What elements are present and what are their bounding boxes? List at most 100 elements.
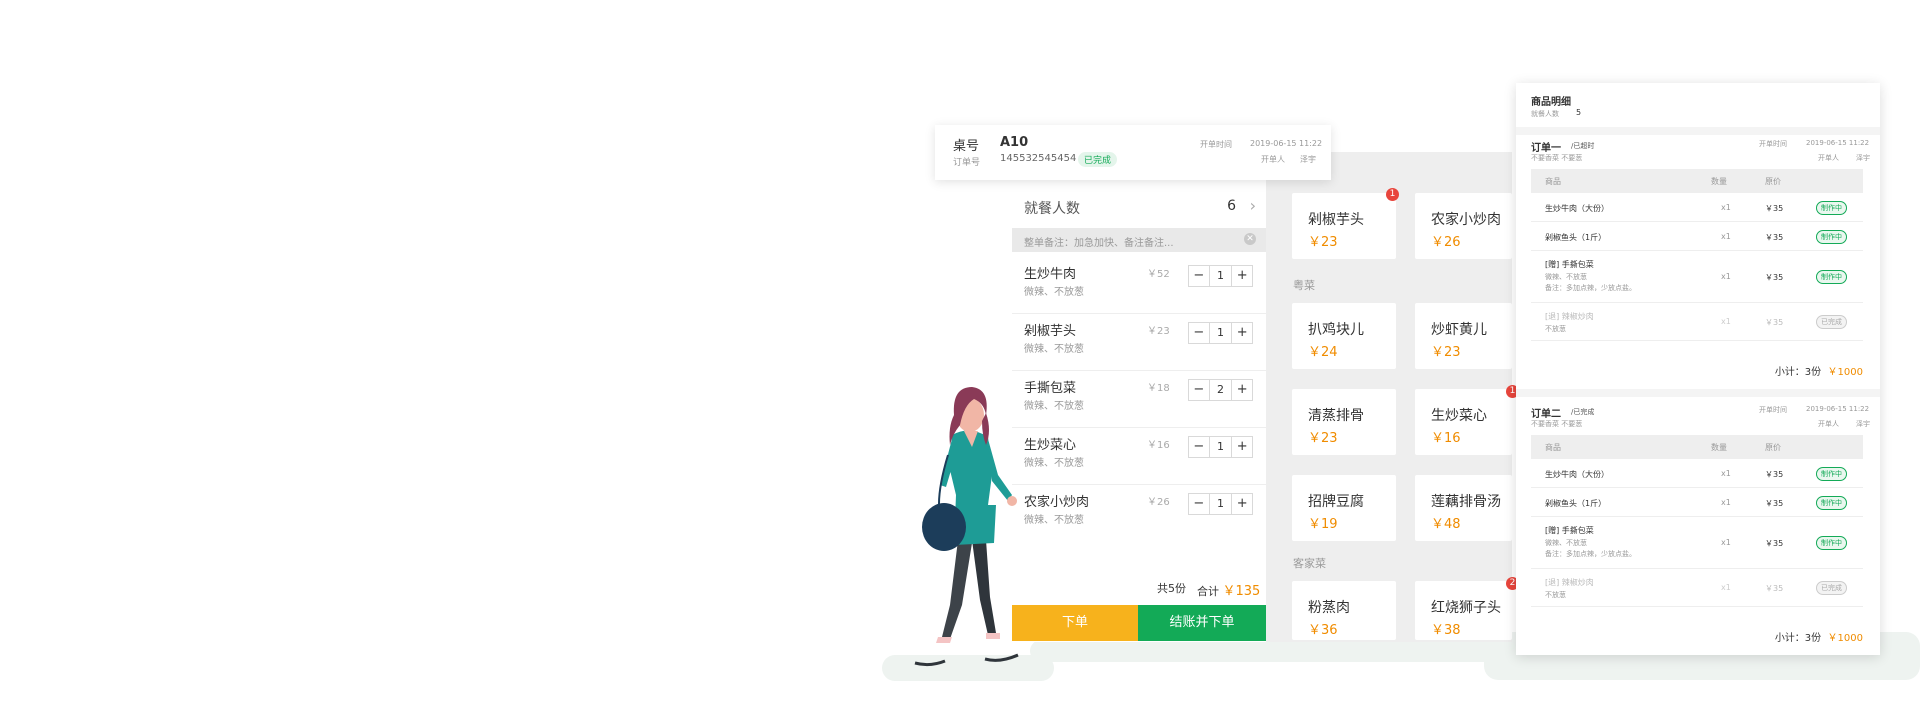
table-label: 桌号 bbox=[953, 139, 980, 154]
quantity-stepper: − 2 + bbox=[1188, 379, 1253, 401]
row-qty: x1 bbox=[1721, 272, 1731, 281]
dish-card[interactable]: 农家小炒肉 ￥26 bbox=[1415, 193, 1512, 259]
dish-card[interactable]: 粉蒸肉 ￥36 bbox=[1292, 581, 1396, 640]
order-name: 订单二 bbox=[1531, 409, 1561, 420]
dish-card[interactable]: 红烧狮子头 ￥38 bbox=[1415, 581, 1512, 640]
remark-input[interactable]: 整单备注：加急加快、备注备注... ✕ bbox=[1012, 228, 1266, 252]
order-note: 不要香菜 不要葱 bbox=[1531, 154, 1583, 162]
decrease-button[interactable]: − bbox=[1188, 322, 1210, 344]
order-number-label: 订单号 bbox=[953, 158, 981, 168]
dish-card[interactable]: 扒鸡块儿 ￥24 bbox=[1292, 303, 1396, 369]
cart-item-price: ￥23 bbox=[1147, 326, 1170, 337]
status-badge: 制作中 bbox=[1816, 467, 1847, 481]
row-item-remark: 备注：多加点辣，少放点盐。 bbox=[1545, 550, 1636, 558]
row-item-name: [退] 辣椒炒肉 bbox=[1545, 312, 1594, 321]
order-time: 2019-06-15 11:22 bbox=[1806, 139, 1870, 147]
status-badge: 制作中 bbox=[1816, 536, 1847, 550]
order-tag: /已完成 bbox=[1571, 408, 1595, 416]
decrease-button[interactable]: − bbox=[1188, 265, 1210, 287]
opener-name: 泽宇 bbox=[1300, 155, 1316, 164]
order-opener-label: 开单人 bbox=[1818, 420, 1839, 428]
cart-total: 共5份 合计 ￥135 bbox=[1012, 576, 1266, 599]
quantity-stepper: − 1 + bbox=[1188, 493, 1253, 515]
cart-item-price: ￥52 bbox=[1147, 269, 1170, 280]
cart-item: 生炒菜心 微辣、不放葱 ￥16 − 1 + bbox=[1012, 428, 1266, 485]
clear-icon[interactable]: ✕ bbox=[1244, 233, 1256, 245]
order-number: 145532545454 bbox=[1000, 153, 1077, 164]
open-time: 2019-06-15 11:22 bbox=[1250, 139, 1323, 148]
dish-name: 清蒸排骨 bbox=[1308, 408, 1364, 424]
decrease-button[interactable]: − bbox=[1188, 493, 1210, 515]
quantity-stepper: − 1 + bbox=[1188, 436, 1253, 458]
order-name: 订单一 bbox=[1531, 143, 1561, 154]
woman-illustration bbox=[914, 387, 1019, 667]
row-price: ￥35 bbox=[1765, 499, 1784, 508]
dish-price: ￥19 bbox=[1308, 517, 1338, 532]
dish-price: ￥36 bbox=[1308, 623, 1338, 638]
decrease-button[interactable]: − bbox=[1188, 436, 1210, 458]
cart-item-note: 微辣、不放葱 bbox=[1024, 344, 1084, 355]
detail-diners: 5 bbox=[1576, 108, 1582, 117]
row-item-name: 剁椒鱼头（1斤） bbox=[1545, 499, 1607, 508]
order-opener-label: 开单人 bbox=[1818, 154, 1839, 162]
dish-price: ￥23 bbox=[1308, 235, 1338, 250]
subtotal-label: 小计：3份 bbox=[1774, 367, 1822, 378]
table-row: [赠] 手撕包菜 微辣、不放葱 备注：多加点辣，少放点盐。 x1 ￥35 制作中 bbox=[1531, 251, 1863, 303]
dish-name: 生炒菜心 bbox=[1431, 408, 1487, 424]
decrease-button[interactable]: − bbox=[1188, 379, 1210, 401]
dish-count-badge: 1 bbox=[1386, 188, 1399, 201]
quantity-value[interactable]: 1 bbox=[1209, 265, 1232, 287]
row-qty: x1 bbox=[1721, 538, 1731, 547]
dish-card[interactable]: 生炒菜心 ￥16 bbox=[1415, 389, 1512, 455]
dish-card[interactable]: 清蒸排骨 ￥23 bbox=[1292, 389, 1396, 455]
dish-card[interactable]: 莲藕排骨汤 ￥48 bbox=[1415, 475, 1512, 541]
total-amount: ￥135 bbox=[1222, 584, 1261, 599]
increase-button[interactable]: + bbox=[1231, 436, 1253, 458]
quantity-value[interactable]: 1 bbox=[1209, 493, 1232, 515]
total-label: 合计 bbox=[1197, 585, 1219, 598]
quantity-stepper: − 1 + bbox=[1188, 322, 1253, 344]
dish-price: ￥24 bbox=[1308, 345, 1338, 360]
row-price: ￥35 bbox=[1765, 539, 1784, 548]
quantity-value[interactable]: 1 bbox=[1209, 436, 1232, 458]
row-item-remark: 备注：多加点辣，少放点盐。 bbox=[1545, 284, 1636, 292]
cart-item-price: ￥18 bbox=[1147, 383, 1170, 394]
diners-label: 就餐人数 bbox=[1024, 201, 1080, 217]
increase-button[interactable]: + bbox=[1231, 493, 1253, 515]
cart-item-name: 生炒牛肉 bbox=[1024, 267, 1077, 282]
cart-item-note: 微辣、不放葱 bbox=[1024, 287, 1084, 298]
cart-item-price: ￥26 bbox=[1147, 497, 1170, 508]
status-badge: 已完成 bbox=[1816, 581, 1847, 595]
category-label: 客家菜 bbox=[1293, 557, 1326, 570]
dish-name: 招牌豆腐 bbox=[1308, 494, 1364, 510]
order-opener: 泽宇 bbox=[1856, 420, 1870, 428]
diners-row[interactable]: 就餐人数 6 › bbox=[1012, 192, 1266, 222]
row-qty: x1 bbox=[1721, 203, 1731, 212]
table-header: 商品 数量 原价 bbox=[1531, 435, 1863, 459]
dish-card[interactable]: 剁椒芋头 ￥23 bbox=[1292, 193, 1396, 259]
row-qty: x1 bbox=[1721, 232, 1731, 241]
open-time-label: 开单时间 bbox=[1200, 140, 1232, 149]
subtotal-amount: ￥1000 bbox=[1827, 367, 1863, 378]
cart-item: 农家小炒肉 微辣、不放葱 ￥26 − 1 + bbox=[1012, 485, 1266, 542]
dish-card[interactable]: 炒虾黄儿 ￥23 bbox=[1415, 303, 1512, 369]
pay-and-order-button[interactable]: 结账并下单 bbox=[1138, 605, 1266, 641]
table-info-card: 桌号 A10 订单号 145532545454 已完成 开单时间 2019-06… bbox=[935, 125, 1331, 180]
increase-button[interactable]: + bbox=[1231, 379, 1253, 401]
dish-card[interactable]: 招牌豆腐 ￥19 bbox=[1292, 475, 1396, 541]
order-time-label: 开单时间 bbox=[1759, 140, 1787, 148]
col-item: 商品 bbox=[1545, 443, 1561, 452]
item-count: 共5份 bbox=[1157, 582, 1186, 595]
total-summary: 合计 ￥135 bbox=[1197, 580, 1260, 599]
increase-button[interactable]: + bbox=[1231, 322, 1253, 344]
floor-shadow-mid bbox=[1030, 640, 1530, 662]
increase-button[interactable]: + bbox=[1231, 265, 1253, 287]
detail-diners-label: 就餐人数 bbox=[1531, 110, 1559, 118]
quantity-value[interactable]: 1 bbox=[1209, 322, 1232, 344]
col-item: 商品 bbox=[1545, 177, 1561, 186]
col-qty: 数量 bbox=[1711, 443, 1727, 452]
quantity-value[interactable]: 2 bbox=[1209, 379, 1232, 401]
divider bbox=[1516, 389, 1880, 397]
table-row: 剁椒鱼头（1斤） x1 ￥35 制作中 bbox=[1531, 222, 1863, 251]
order-subtotal: 小计：3份 ￥1000 bbox=[1775, 629, 1863, 644]
